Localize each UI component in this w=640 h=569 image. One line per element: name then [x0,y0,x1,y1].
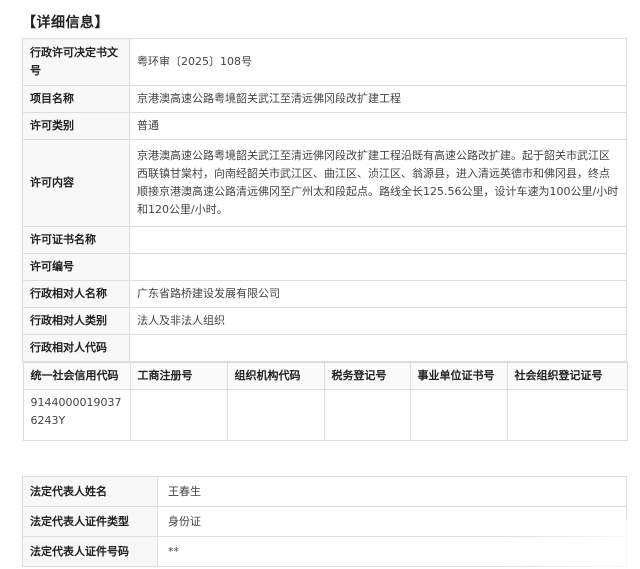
counterpart-code-label: 行政相对人代码 [22,334,130,362]
credit-header-cell: 统一社会信用代码 [22,362,131,390]
rep-name-value: 王春生 [157,476,627,507]
decision-number-label: 行政许可决定书文号 [22,38,130,86]
counterpart-name-label: 行政相对人名称 [22,280,130,308]
credit-codes-table: 统一社会信用代码 工商注册号 组织机构代码 税务登记号 事业单位证书号 社会组织… [22,362,628,441]
permit-content-value: 京港澳高速公路粤境韶关武江至清远佛冈段改扩建工程沿既有高速公路改扩建。起于韶关市… [129,139,627,227]
table-row: 法定代表人证件号码 ** [22,536,627,567]
rep-id-number-value: ** [157,536,627,567]
table-row: 行政相对人名称 广东省路桥建设发展有限公司 [22,280,627,308]
project-name-label: 项目名称 [22,85,130,113]
table-row: 许可证书名称 [22,226,627,254]
counterpart-code-value [129,334,627,362]
certificate-name-value [129,226,627,254]
table-row: 行政相对人类别 法人及非法人组织 [22,307,627,335]
table-row: 法定代表人姓名 王春生 [22,476,627,507]
credit-value-cell [323,389,411,441]
counterpart-name-value: 广东省路桥建设发展有限公司 [129,280,627,308]
details-table: 行政许可决定书文号 粤环审〔2025〕108号 项目名称 京港澳高速公路粤境韶关… [22,38,628,441]
table-row: 统一社会信用代码 工商注册号 组织机构代码 税务登记号 事业单位证书号 社会组织… [22,362,628,441]
decision-number-value: 粤环审〔2025〕108号 [129,38,627,86]
credit-value-cell [129,389,228,441]
table-row: 许可内容 京港澳高速公路粤境韶关武江至清远佛冈段改扩建工程沿既有高速公路改扩建。… [22,139,627,227]
table-row: 项目名称 京港澳高速公路粤境韶关武江至清远佛冈段改扩建工程 [22,85,627,113]
counterpart-type-label: 行政相对人类别 [22,307,130,335]
credit-header-cell: 事业单位证书号 [409,362,508,390]
counterpart-type-value: 法人及非法人组织 [129,307,627,335]
table-row: 法定代表人证件类型 身份证 [22,506,627,537]
credit-value-cell [409,389,508,441]
rep-id-number-label: 法定代表人证件号码 [22,536,158,567]
table-row: 许可类别 普通 [22,112,627,140]
certificate-name-label: 许可证书名称 [22,226,130,254]
credit-header-cell: 工商注册号 [129,362,228,390]
credit-value-cell: 91440000190376243Y [22,389,131,441]
credit-value-row: 91440000190376243Y [22,389,628,441]
rep-id-type-label: 法定代表人证件类型 [22,506,158,537]
credit-header-cell: 社会组织登记证号 [506,362,628,390]
rep-name-label: 法定代表人姓名 [22,476,158,507]
credit-header-cell: 组织机构代码 [226,362,325,390]
credit-value-cell [226,389,325,441]
rep-id-type-value: 身份证 [157,506,627,537]
permit-number-value [129,253,627,281]
section-title: 【详细信息】 [22,15,109,31]
credit-header-cell: 税务登记号 [323,362,411,390]
representative-table: 法定代表人姓名 王春生 法定代表人证件类型 身份证 法定代表人证件号码 ** [22,476,627,567]
permit-number-label: 许可编号 [22,253,130,281]
table-row: 许可编号 [22,253,627,281]
project-name-value: 京港澳高速公路粤境韶关武江至清远佛冈段改扩建工程 [129,85,627,113]
credit-value-cell [506,389,628,441]
permit-content-label: 许可内容 [22,139,130,227]
credit-header-row: 统一社会信用代码 工商注册号 组织机构代码 税务登记号 事业单位证书号 社会组织… [22,362,628,390]
permit-category-label: 许可类别 [22,112,130,140]
permit-category-value: 普通 [129,112,627,140]
table-row: 行政许可决定书文号 粤环审〔2025〕108号 [22,38,627,86]
table-row: 行政相对人代码 [22,334,627,362]
